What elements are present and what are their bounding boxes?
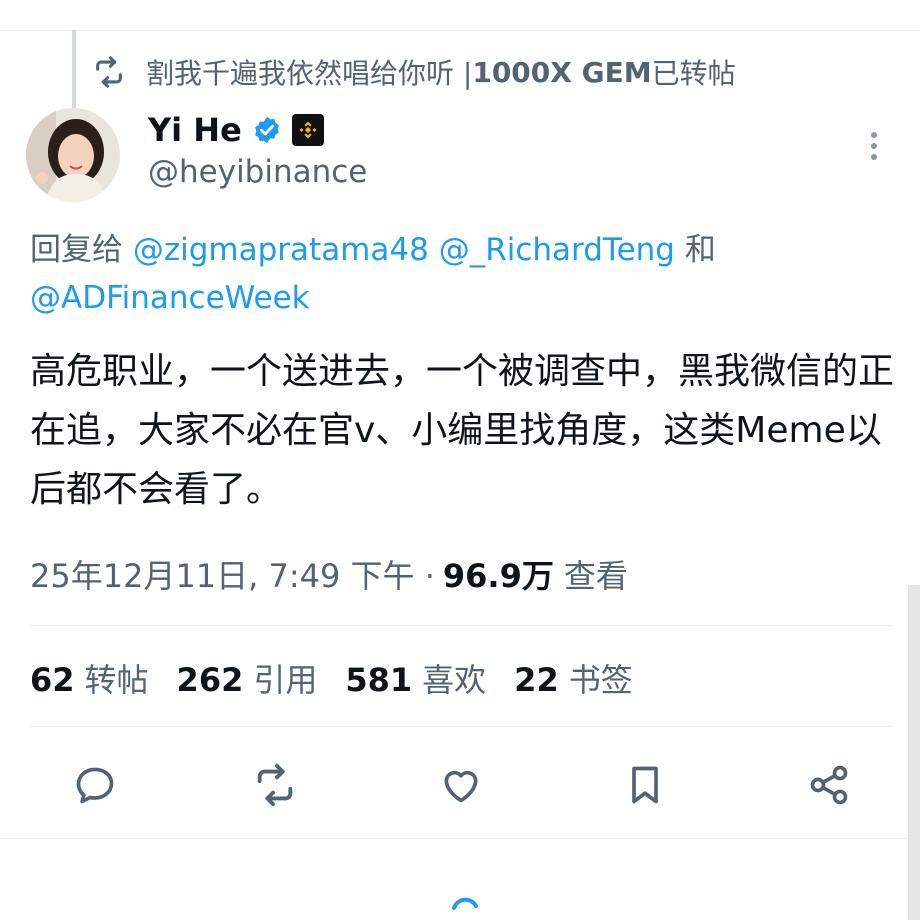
- reposter-name: 割我千遍我依然唱给你听 |: [146, 57, 473, 90]
- share-icon[interactable]: [806, 762, 852, 808]
- like-icon[interactable]: [438, 762, 484, 808]
- avatar[interactable]: [26, 108, 120, 202]
- reposter-name-strong: 1000X GEM: [472, 55, 652, 89]
- scrollbar[interactable]: [908, 585, 920, 920]
- view-label: 查看: [563, 557, 628, 595]
- stat-reposts[interactable]: 62 转帖: [30, 655, 149, 701]
- mention-link[interactable]: @ADFinanceWeek: [30, 280, 310, 316]
- verified-badge-icon: [252, 115, 282, 145]
- more-vertical-icon[interactable]: [864, 130, 884, 162]
- reply-context: 回复给 @zigmapratama48 @_RichardTeng 和 @ADF…: [30, 226, 890, 322]
- stat-likes[interactable]: 581 喜欢: [345, 655, 486, 701]
- repost-icon[interactable]: [252, 762, 298, 808]
- reply-icon[interactable]: [72, 762, 118, 808]
- reply-prefix: 回复给: [30, 232, 133, 268]
- repost-indicator[interactable]: 割我千遍我依然唱给你听 | 1000X GEM 已转帖: [92, 52, 736, 92]
- stat-quotes[interactable]: 262 引用: [177, 655, 318, 701]
- author-row[interactable]: Yi He: [148, 108, 324, 152]
- reply-conjunction: 和: [674, 232, 716, 268]
- engagement-stats: 62 转帖 262 引用 581 喜欢 22 书签: [30, 655, 661, 701]
- repost-icon: [92, 55, 126, 89]
- divider: [30, 625, 892, 626]
- author-handle[interactable]: @heyibinance: [148, 154, 367, 190]
- author-name[interactable]: Yi He: [148, 111, 242, 149]
- binance-logo-icon[interactable]: [291, 114, 324, 146]
- loading-spinner-icon: [446, 892, 482, 920]
- bookmark-icon[interactable]: [622, 762, 668, 808]
- view-count: 96.9万: [442, 557, 554, 595]
- stat-bookmarks[interactable]: 22 书签: [514, 655, 633, 701]
- divider: [30, 726, 892, 727]
- mention-link[interactable]: @zigmapratama48: [133, 232, 429, 268]
- top-divider: [0, 30, 920, 31]
- tweet-meta: 25年12月11日, 7:49 下午 · 96.9万 查看: [30, 552, 628, 596]
- tweet-timestamp[interactable]: 25年12月11日, 7:49 下午 ·: [30, 551, 435, 597]
- mention-link[interactable]: @_RichardTeng: [439, 232, 675, 268]
- divider: [0, 838, 920, 839]
- thread-line: [72, 30, 76, 118]
- repost-suffix: 已转帖: [651, 57, 736, 90]
- tweet-text: 高危职业，一个送进去，一个被调查中，黑我微信的正在追，大家不必在官v、小编里找角…: [30, 351, 895, 510]
